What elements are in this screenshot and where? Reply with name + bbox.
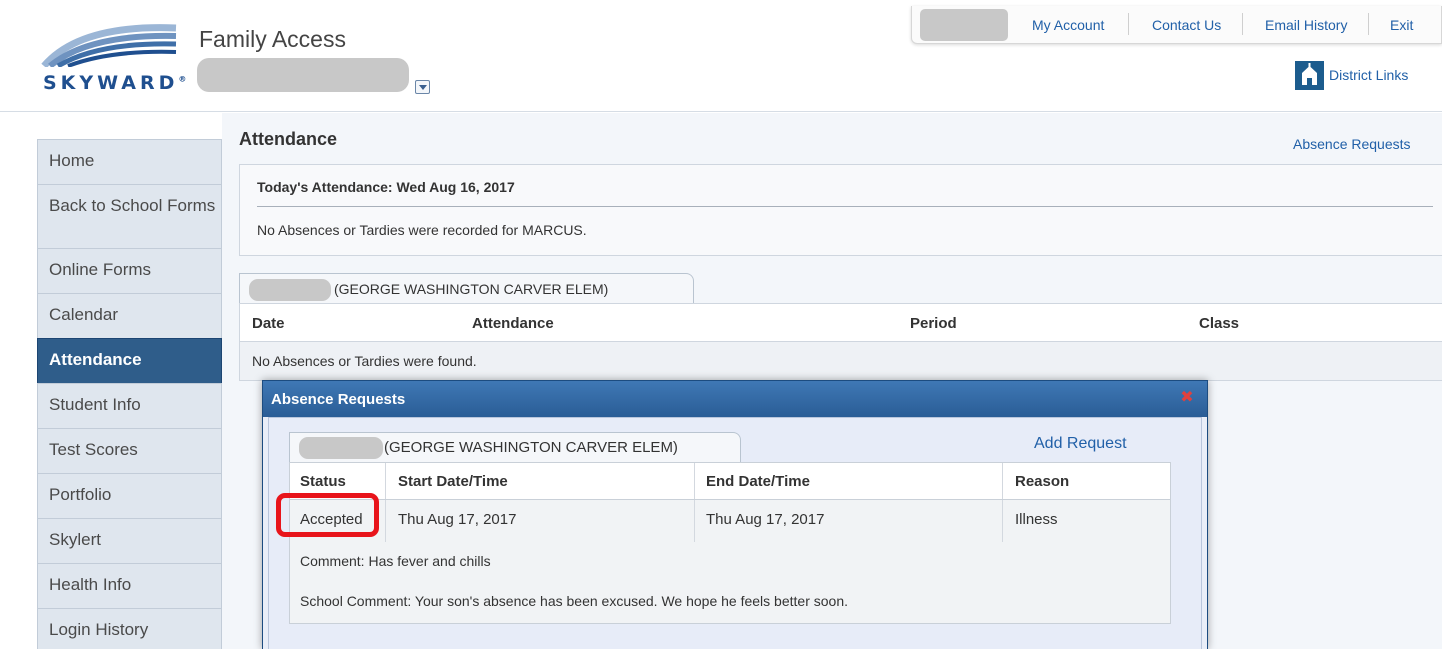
page-title: Attendance [239, 129, 338, 149]
column-separator [1002, 463, 1003, 499]
school-tab[interactable]: (GEORGE WASHINGTON CARVER ELEM) [289, 432, 741, 462]
user-name [920, 9, 1008, 41]
student-name [249, 279, 331, 301]
sidebar-item-test-scores[interactable]: Test Scores [37, 428, 222, 473]
logo-wordmark: SKYWARD® [43, 72, 187, 94]
column-separator [385, 463, 386, 499]
dialog-body: (GEORGE WASHINGTON CARVER ELEM) Add Requ… [268, 417, 1202, 649]
column-header-status[interactable]: Status [300, 473, 346, 490]
sidebar-item-online-forms[interactable]: Online Forms [37, 248, 222, 293]
todays-attendance-title: Today's Attendance: Wed Aug 16, 2017 [257, 179, 515, 195]
student-selector[interactable] [197, 58, 409, 92]
column-header-end[interactable]: End Date/Time [706, 473, 810, 490]
student-name [299, 437, 383, 459]
exit-link[interactable]: Exit [1390, 17, 1413, 33]
sidebar: Home Back to School Forms Online Forms C… [37, 139, 222, 649]
end-date-cell: Thu Aug 17, 2017 [706, 511, 825, 528]
header: SKYWARD® Family Access My Account Contac… [0, 0, 1442, 112]
column-header-class[interactable]: Class [1199, 315, 1239, 332]
sidebar-item-student-info[interactable]: Student Info [37, 383, 222, 428]
chevron-down-icon[interactable] [415, 80, 430, 94]
start-date-cell: Thu Aug 17, 2017 [398, 511, 517, 528]
absence-requests-link[interactable]: Absence Requests [1293, 136, 1411, 152]
top-nav: My Account Contact Us Email History Exit [911, 6, 1442, 44]
column-separator [694, 500, 695, 542]
district-links-label: District Links [1329, 67, 1409, 83]
dialog-title-bar[interactable]: Absence Requests ✖ [263, 381, 1207, 417]
add-request-link[interactable]: Add Request [1034, 435, 1127, 453]
column-separator [1002, 500, 1003, 542]
todays-attendance-message: No Absences or Tardies were recorded for… [257, 222, 587, 238]
column-header-start[interactable]: Start Date/Time [398, 473, 508, 490]
school-comment: School Comment: Your son's absence has b… [300, 593, 848, 609]
table-header: Status Start Date/Time End Date/Time Rea… [290, 463, 1170, 500]
column-header-period[interactable]: Period [910, 315, 957, 332]
sidebar-item-home[interactable]: Home [37, 139, 222, 184]
absence-requests-dialog: Absence Requests ✖ (GEORGE WASHINGTON CA… [262, 380, 1208, 649]
my-account-link[interactable]: My Account [1032, 17, 1104, 33]
column-header-attendance[interactable]: Attendance [472, 315, 554, 332]
parent-comment: Comment: Has fever and chills [300, 553, 491, 569]
table-row: No Absences or Tardies were found. [240, 342, 1442, 380]
attendance-table: Date Attendance Period Class No Absences… [239, 303, 1442, 381]
reason-cell: Illness [1015, 511, 1058, 528]
todays-attendance-panel: Today's Attendance: Wed Aug 16, 2017 No … [239, 164, 1442, 256]
app-title: Family Access [199, 26, 346, 52]
close-icon[interactable]: ✖ [1179, 390, 1195, 406]
empty-message: No Absences or Tardies were found. [252, 353, 477, 369]
column-separator [694, 463, 695, 499]
nav-separator [1128, 13, 1129, 35]
skyward-logo[interactable]: SKYWARD® [40, 22, 190, 102]
email-history-link[interactable]: Email History [1265, 17, 1347, 33]
contact-us-link[interactable]: Contact Us [1152, 17, 1221, 33]
nav-separator [1368, 13, 1369, 35]
highlight-box [276, 493, 379, 537]
column-header-date[interactable]: Date [252, 315, 285, 332]
dialog-title: Absence Requests [271, 391, 406, 408]
divider [257, 206, 1433, 207]
sidebar-item-calendar[interactable]: Calendar [37, 293, 222, 338]
school-tab-label: (GEORGE WASHINGTON CARVER ELEM) [384, 439, 678, 456]
school-tab[interactable]: (GEORGE WASHINGTON CARVER ELEM) [239, 273, 694, 303]
sidebar-item-health-info[interactable]: Health Info [37, 563, 222, 608]
column-separator [385, 500, 386, 542]
nav-separator [1242, 13, 1243, 35]
sidebar-item-skylert[interactable]: Skylert [37, 518, 222, 563]
column-header-reason[interactable]: Reason [1015, 473, 1069, 490]
schoolhouse-icon [1295, 61, 1324, 90]
logo-swoosh-icon [41, 24, 177, 67]
table-header: Date Attendance Period Class [240, 304, 1442, 342]
sidebar-item-login-history[interactable]: Login History [37, 608, 222, 649]
sidebar-item-portfolio[interactable]: Portfolio [37, 473, 222, 518]
absence-requests-table: Status Start Date/Time End Date/Time Rea… [276, 462, 1171, 624]
sidebar-item-back-to-school-forms[interactable]: Back to School Forms [37, 184, 222, 248]
school-tab-label: (GEORGE WASHINGTON CARVER ELEM) [334, 281, 609, 297]
sidebar-item-attendance[interactable]: Attendance [37, 338, 222, 383]
table-row[interactable]: Accepted Thu Aug 17, 2017 Thu Aug 17, 20… [276, 493, 1170, 542]
